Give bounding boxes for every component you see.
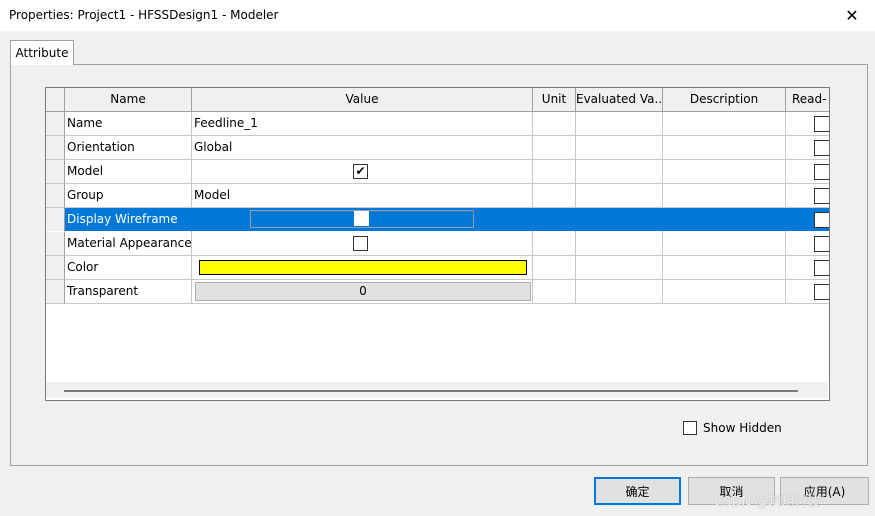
table-row[interactable]: Material Appearance bbox=[46, 232, 829, 256]
property-name: Model bbox=[65, 160, 192, 184]
ok-button[interactable]: 确定 bbox=[594, 477, 681, 505]
color-swatch[interactable] bbox=[199, 260, 527, 275]
evaluated-value-cell bbox=[576, 184, 663, 208]
window-title: Properties: Project1 - HFSSDesign1 - Mod… bbox=[9, 8, 279, 22]
property-value-field[interactable]: Global bbox=[192, 136, 533, 160]
unit-cell bbox=[533, 160, 576, 184]
evaluated-value-cell bbox=[576, 136, 663, 160]
read-only-checkbox[interactable] bbox=[814, 260, 829, 276]
read-only-cell bbox=[786, 232, 829, 256]
read-only-checkbox[interactable] bbox=[814, 188, 829, 204]
column-header-value[interactable]: Value bbox=[192, 88, 533, 112]
show-hidden-label: Show Hidden bbox=[703, 421, 782, 435]
tab-attribute[interactable]: Attribute bbox=[10, 40, 74, 65]
read-only-cell bbox=[786, 184, 829, 208]
show-hidden-checkbox[interactable] bbox=[683, 421, 697, 435]
read-only-checkbox[interactable] bbox=[814, 212, 829, 228]
evaluated-value-cell bbox=[576, 112, 663, 136]
evaluated-value-cell bbox=[576, 232, 663, 256]
property-name: Orientation bbox=[65, 136, 192, 160]
table-row[interactable]: Model ✔ bbox=[46, 160, 829, 184]
unit-cell bbox=[533, 280, 576, 304]
row-header[interactable] bbox=[46, 232, 65, 256]
horizontal-scrollbar[interactable] bbox=[46, 382, 828, 398]
unit-cell bbox=[533, 232, 576, 256]
property-value-cell bbox=[192, 208, 533, 232]
table-row[interactable]: Orientation Global bbox=[46, 136, 829, 160]
column-header-evaluated-value[interactable]: Evaluated Va... bbox=[576, 88, 663, 112]
unit-cell bbox=[533, 112, 576, 136]
read-only-checkbox[interactable] bbox=[814, 140, 829, 156]
table-row[interactable]: Name Feedline_1 bbox=[46, 112, 829, 136]
evaluated-value-cell bbox=[576, 256, 663, 280]
read-only-checkbox[interactable] bbox=[814, 236, 829, 252]
table-row-selected[interactable]: Display Wireframe bbox=[46, 208, 829, 232]
title-bar: Properties: Project1 - HFSSDesign1 - Mod… bbox=[0, 0, 875, 31]
property-value-cell: ✔ bbox=[192, 160, 533, 184]
property-name: Material Appearance bbox=[65, 232, 192, 256]
read-only-cell bbox=[786, 136, 829, 160]
read-only-cell bbox=[786, 208, 829, 232]
column-header-name[interactable]: Name bbox=[65, 88, 192, 112]
read-only-checkbox[interactable] bbox=[814, 116, 829, 132]
close-icon[interactable]: ✕ bbox=[829, 0, 875, 31]
description-cell bbox=[663, 256, 786, 280]
description-cell bbox=[663, 208, 786, 232]
evaluated-value-cell bbox=[576, 208, 663, 232]
row-header[interactable] bbox=[46, 160, 65, 184]
property-value-field[interactable]: Feedline_1 bbox=[192, 112, 533, 136]
row-header[interactable] bbox=[46, 280, 65, 304]
model-checkbox[interactable]: ✔ bbox=[353, 164, 368, 179]
unit-cell bbox=[533, 208, 576, 232]
read-only-cell bbox=[786, 160, 829, 184]
column-header-read-only[interactable]: Read- bbox=[786, 88, 829, 112]
property-name: Display Wireframe bbox=[65, 208, 192, 232]
read-only-checkbox[interactable] bbox=[814, 284, 829, 300]
evaluated-value-cell bbox=[576, 280, 663, 304]
display-wireframe-checkbox[interactable] bbox=[354, 211, 369, 226]
property-value-field[interactable]: Model bbox=[192, 184, 533, 208]
property-name: Transparent bbox=[65, 280, 192, 304]
property-grid: Name Value Unit Evaluated Va... Descript… bbox=[45, 87, 830, 401]
scrollbar-thumb[interactable] bbox=[64, 390, 798, 392]
property-value-cell: 0 bbox=[192, 280, 533, 304]
unit-cell bbox=[533, 136, 576, 160]
unit-cell bbox=[533, 184, 576, 208]
read-only-cell bbox=[786, 112, 829, 136]
description-cell bbox=[663, 280, 786, 304]
table-row[interactable]: Color bbox=[46, 256, 829, 280]
property-name: Name bbox=[65, 112, 192, 136]
description-cell bbox=[663, 136, 786, 160]
material-appearance-checkbox[interactable] bbox=[353, 236, 368, 251]
property-value-cell bbox=[192, 232, 533, 256]
property-name: Color bbox=[65, 256, 192, 280]
row-header[interactable] bbox=[46, 208, 65, 232]
row-header[interactable] bbox=[46, 256, 65, 280]
transparency-button[interactable]: 0 bbox=[195, 282, 531, 301]
property-name: Group bbox=[65, 184, 192, 208]
description-cell bbox=[663, 184, 786, 208]
description-cell bbox=[663, 232, 786, 256]
header-corner bbox=[46, 88, 65, 112]
property-value-cell bbox=[192, 256, 533, 280]
table-row[interactable]: Group Model bbox=[46, 184, 829, 208]
row-header[interactable] bbox=[46, 184, 65, 208]
column-header-description[interactable]: Description bbox=[663, 88, 786, 112]
read-only-checkbox[interactable] bbox=[814, 164, 829, 180]
row-header[interactable] bbox=[46, 136, 65, 160]
description-cell bbox=[663, 112, 786, 136]
read-only-cell bbox=[786, 280, 829, 304]
description-cell bbox=[663, 160, 786, 184]
grid-header-row: Name Value Unit Evaluated Va... Descript… bbox=[46, 88, 829, 112]
unit-cell bbox=[533, 256, 576, 280]
column-header-unit[interactable]: Unit bbox=[533, 88, 576, 112]
evaluated-value-cell bbox=[576, 160, 663, 184]
watermark-text: CSDN @玥玥行波 bbox=[714, 495, 821, 510]
table-row[interactable]: Transparent 0 bbox=[46, 280, 829, 304]
show-hidden-toggle[interactable]: Show Hidden bbox=[683, 421, 782, 435]
read-only-cell bbox=[786, 256, 829, 280]
row-header[interactable] bbox=[46, 112, 65, 136]
